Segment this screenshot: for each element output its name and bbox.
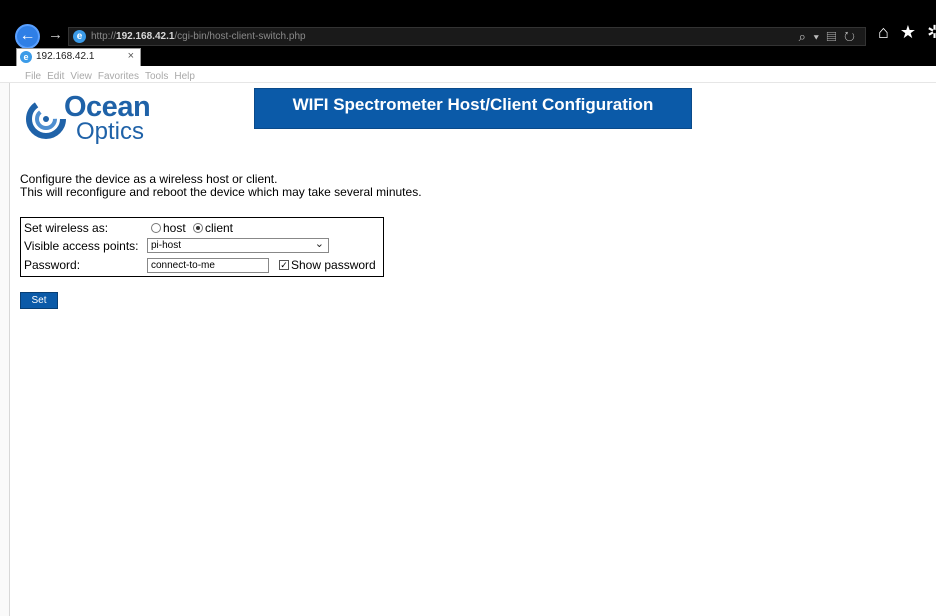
- mode-row: Set wireless as: host client: [21, 219, 383, 236]
- set-button[interactable]: Set: [20, 292, 58, 309]
- host-radio-label[interactable]: host: [163, 221, 186, 235]
- address-bar[interactable]: e http://192.168.42.1/cgi-bin/host-clien…: [68, 27, 866, 46]
- menu-edit[interactable]: Edit: [44, 69, 67, 82]
- wireless-config-form: Set wireless as: host client Visible acc…: [20, 217, 384, 277]
- menu-help[interactable]: Help: [171, 69, 198, 82]
- client-radio-label[interactable]: client: [205, 221, 233, 235]
- password-value: connect-to-me: [151, 260, 215, 271]
- menu-tools[interactable]: Tools: [142, 69, 171, 82]
- access-point-label: Visible access points:: [24, 239, 139, 253]
- forward-button[interactable]: →: [48, 26, 63, 43]
- tab-active[interactable]: e 192.168.42.1 ×: [16, 48, 141, 66]
- tab-favicon-icon: e: [20, 51, 32, 63]
- back-button[interactable]: ←: [15, 24, 40, 49]
- logo-swirl-icon: [26, 99, 66, 139]
- address-url[interactable]: http://192.168.42.1/cgi-bin/host-client-…: [91, 31, 306, 42]
- page-title: WIFI Spectrometer Host/Client Configurat…: [292, 95, 654, 114]
- chevron-down-icon[interactable]: ⌄: [315, 237, 324, 250]
- menu-view[interactable]: View: [67, 69, 95, 82]
- tab-strip: e 192.168.42.1 ×: [0, 48, 936, 66]
- title-bar: ← → e http://192.168.42.1/cgi-bin/host-c…: [0, 0, 936, 49]
- logo-word-optics: Optics: [76, 118, 145, 145]
- home-favorites-settings-icons[interactable]: ⌂ ★ ✲: [878, 22, 936, 43]
- address-tools-icons[interactable]: ⌕ ▾ ▤ ↻: [799, 29, 857, 45]
- client-radio[interactable]: [193, 223, 203, 233]
- page-title-banner: WIFI Spectrometer Host/Client Configurat…: [254, 88, 692, 129]
- access-point-selected: pi-host: [151, 240, 182, 251]
- intro-text: Configure the device as a wireless host …: [20, 173, 422, 199]
- access-point-select[interactable]: pi-host ⌄: [147, 238, 329, 253]
- password-label: Password:: [24, 258, 81, 272]
- site-favicon-icon: e: [73, 30, 86, 43]
- password-row: Password: connect-to-me ✓ Show password: [21, 256, 383, 273]
- browser-chrome: ← → e http://192.168.42.1/cgi-bin/host-c…: [0, 0, 936, 83]
- access-point-row: Visible access points: pi-host ⌄: [21, 237, 383, 254]
- menu-bar: File Edit View Favorites Tools Help: [0, 66, 936, 83]
- password-input[interactable]: connect-to-me: [147, 258, 269, 273]
- tab-close-icon[interactable]: ×: [128, 50, 134, 62]
- menu-favorites[interactable]: Favorites: [95, 69, 142, 82]
- page-content: Ocean Optics WIFI Spectrometer Host/Clie…: [0, 83, 936, 616]
- host-radio[interactable]: [151, 223, 161, 233]
- tab-title: 192.168.42.1: [36, 51, 95, 62]
- menu-file[interactable]: File: [22, 69, 44, 82]
- show-password-label[interactable]: Show password: [291, 258, 376, 272]
- mode-label: Set wireless as:: [24, 221, 109, 235]
- show-password-checkbox[interactable]: ✓: [279, 260, 289, 270]
- ocean-optics-logo: Ocean Optics: [24, 91, 164, 146]
- intro-line-2: This will reconfigure and reboot the dev…: [20, 185, 422, 199]
